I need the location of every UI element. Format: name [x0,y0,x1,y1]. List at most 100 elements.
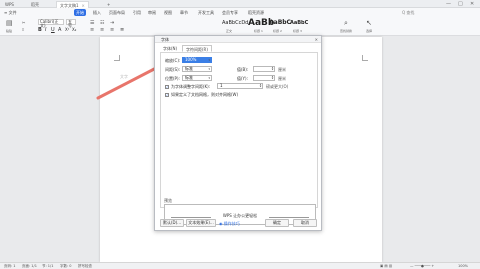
tab-font[interactable]: 字体(N) [160,45,180,52]
tab-docer[interactable]: 稻壳 [28,1,42,8]
font-size-select[interactable]: 五号 [66,19,76,28]
tab-wps[interactable]: WPS [2,1,17,8]
spinner-icon[interactable]: ▲ ▼ [271,76,274,80]
search-icon[interactable]: ⌕ [344,19,348,28]
kerning-value: 1 [220,83,223,88]
zoom-slider[interactable]: — ───●─── + [410,264,434,268]
kerning-input[interactable]: 1 ▲ ▼ [217,83,263,89]
menu-review[interactable]: 审阅 [146,9,158,16]
restore-button[interactable]: □ [458,1,463,7]
spacing-by-unit: 厘米 [278,67,286,72]
numbered-list-icon[interactable]: ☷ [100,20,104,26]
underline-button[interactable]: U [51,27,55,33]
tab-label: WPS [5,2,14,7]
close-window-button[interactable]: ✕ [470,1,474,7]
menu-developer[interactable]: 开发工具 [196,9,216,16]
minimize-button[interactable]: — [446,1,451,7]
ribbon-toolbar: ▤ 粘贴 ✂ ⌑ Calibri(正文) 五号 B I U A X² X₂ ☰ … [0,17,480,36]
chevron-down-icon: ▾ [208,58,210,62]
style-name: 标题 3 [293,29,302,33]
spinner-icon[interactable]: ▲ ▼ [271,67,274,71]
menu-view[interactable]: 视图 [162,9,174,16]
character-spacing-panel: 缩放(C): 100% ▾ 间距(S): 标准 ▾ 值(B): ▲ ▼ 厘米 位置… [160,52,318,225]
tab-character-spacing[interactable]: 字符间距(R) [182,45,212,52]
chevron-down-icon: ▾ [208,76,210,80]
cursor-icon[interactable]: ↖ [366,19,372,27]
menu-home[interactable]: 开始 [74,9,86,16]
menu-chapter[interactable]: 章节 [178,9,190,16]
status-word-count[interactable]: 字数: 0 [60,264,72,269]
document-text: 文字 [120,74,128,79]
spinner-icon[interactable]: ▲ ▼ [259,84,262,88]
margin-corner [362,55,368,61]
tab-label: 稻壳 [31,2,39,7]
kerning-label: 为字体调整字间距(K): [171,84,211,89]
new-tab-button[interactable]: + [104,1,113,8]
kerning-unit: 磅或更大(O) [266,84,289,89]
snap-grid-label: 如果定义了文档网格，则对齐网格(W) [171,92,239,97]
menu-page-layout[interactable]: 页面布局 [107,9,127,16]
position-select[interactable]: 标准 ▾ [182,75,212,81]
paste-label: 粘贴 [6,29,13,33]
scale-select[interactable]: 100% ▾ [182,57,212,63]
cancel-button[interactable]: 取消 [293,219,317,227]
snap-grid-checkbox[interactable]: ✓ [165,93,169,97]
status-spell-check[interactable]: 拼写检查 [78,264,92,269]
search-input[interactable]: Q 查找 [402,9,428,16]
style-name: 正文 [226,29,233,33]
align-left-icon[interactable]: ≡ [90,27,94,33]
status-bar: 页码: 1 页面: 1/1 节: 1/1 字数: 0 拼写检查 ▣ ▤ ▥ — … [0,262,480,269]
subscript-button[interactable]: X₂ [72,27,76,32]
dialog-title: 字体 [161,37,169,42]
default-button[interactable]: 默认(D)... [160,219,184,227]
style-name: 标题 1 [254,29,263,33]
lightbulb-icon: ◉ [219,221,223,226]
spacing-by-label: 值(B): [237,67,249,72]
ok-button[interactable]: 确定 [265,219,289,227]
superscript-button[interactable]: X² [65,27,69,32]
cut-icon[interactable]: ✂ [22,20,25,25]
close-icon[interactable]: ✕ [315,36,318,43]
kerning-checkbox[interactable]: ✓ [165,85,169,89]
bold-button[interactable]: B [38,27,42,33]
spacing-label: 间距(S): [165,67,181,72]
justify-icon[interactable]: ≣ [120,27,124,33]
font-dialog: 字体 ✕ 字体(N) 字符间距(R) 缩放(C): 100% ▾ 间距(S): … [154,35,322,231]
text-effects-button[interactable]: 文本效果(E)... [186,219,216,227]
paste-icon[interactable]: ▤ [6,19,13,27]
position-label: 位置(P): [165,76,180,81]
find-replace-label: 查找替换 [340,29,353,33]
bullet-list-icon[interactable]: ☰ [90,20,94,26]
format-painter-icon[interactable]: ⌑ [22,27,24,32]
select-label: 选择 [366,29,373,33]
menu-bar: ≡ 文件 开始 插入 页面布局 引用 审阅 视图 章节 开发工具 会员专享 稻壳… [0,8,480,17]
chevron-down-icon: ▾ [208,67,210,71]
italic-button[interactable]: I [45,27,46,33]
position-by-label: 值(Y): [237,76,248,81]
align-right-icon[interactable]: ≡ [110,27,114,33]
style-sample: AaBbC [269,19,291,26]
spacing-value: 标准 [185,66,193,71]
font-color-button[interactable]: A [58,27,61,33]
spacing-select[interactable]: 标准 ▾ [182,66,212,72]
tips-link[interactable]: ◉ 操作技巧 [219,221,240,227]
margin-corner [114,55,120,61]
zoom-level[interactable]: 100% [458,264,468,268]
font-name-select[interactable]: Calibri(正文) [38,19,64,28]
menu-references[interactable]: 引用 [131,9,143,16]
spacing-by-input[interactable]: ▲ ▼ [253,66,275,72]
align-center-icon[interactable]: ≡ [100,27,104,33]
status-page: 页码: 1 [4,264,16,268]
menu-insert[interactable]: 插入 [91,9,103,16]
position-by-unit: 厘米 [278,76,286,81]
tab-document[interactable]: 文字文稿1 × [56,1,89,8]
menu-docer-resources[interactable]: 稻壳资源 [246,9,266,16]
indent-icon[interactable]: ⇥ [110,20,114,26]
menu-member[interactable]: 会员专享 [220,9,240,16]
status-section: 节: 1/1 [42,264,54,268]
style-sample: AaBbCcDd [222,20,249,26]
view-mode-icon[interactable]: ▣ ▤ ▥ [380,264,392,268]
dialog-title-bar: 字体 ✕ [155,36,321,43]
menu-file[interactable]: ≡ 文件 [2,9,19,16]
position-by-input[interactable]: ▲ ▼ [253,75,275,81]
